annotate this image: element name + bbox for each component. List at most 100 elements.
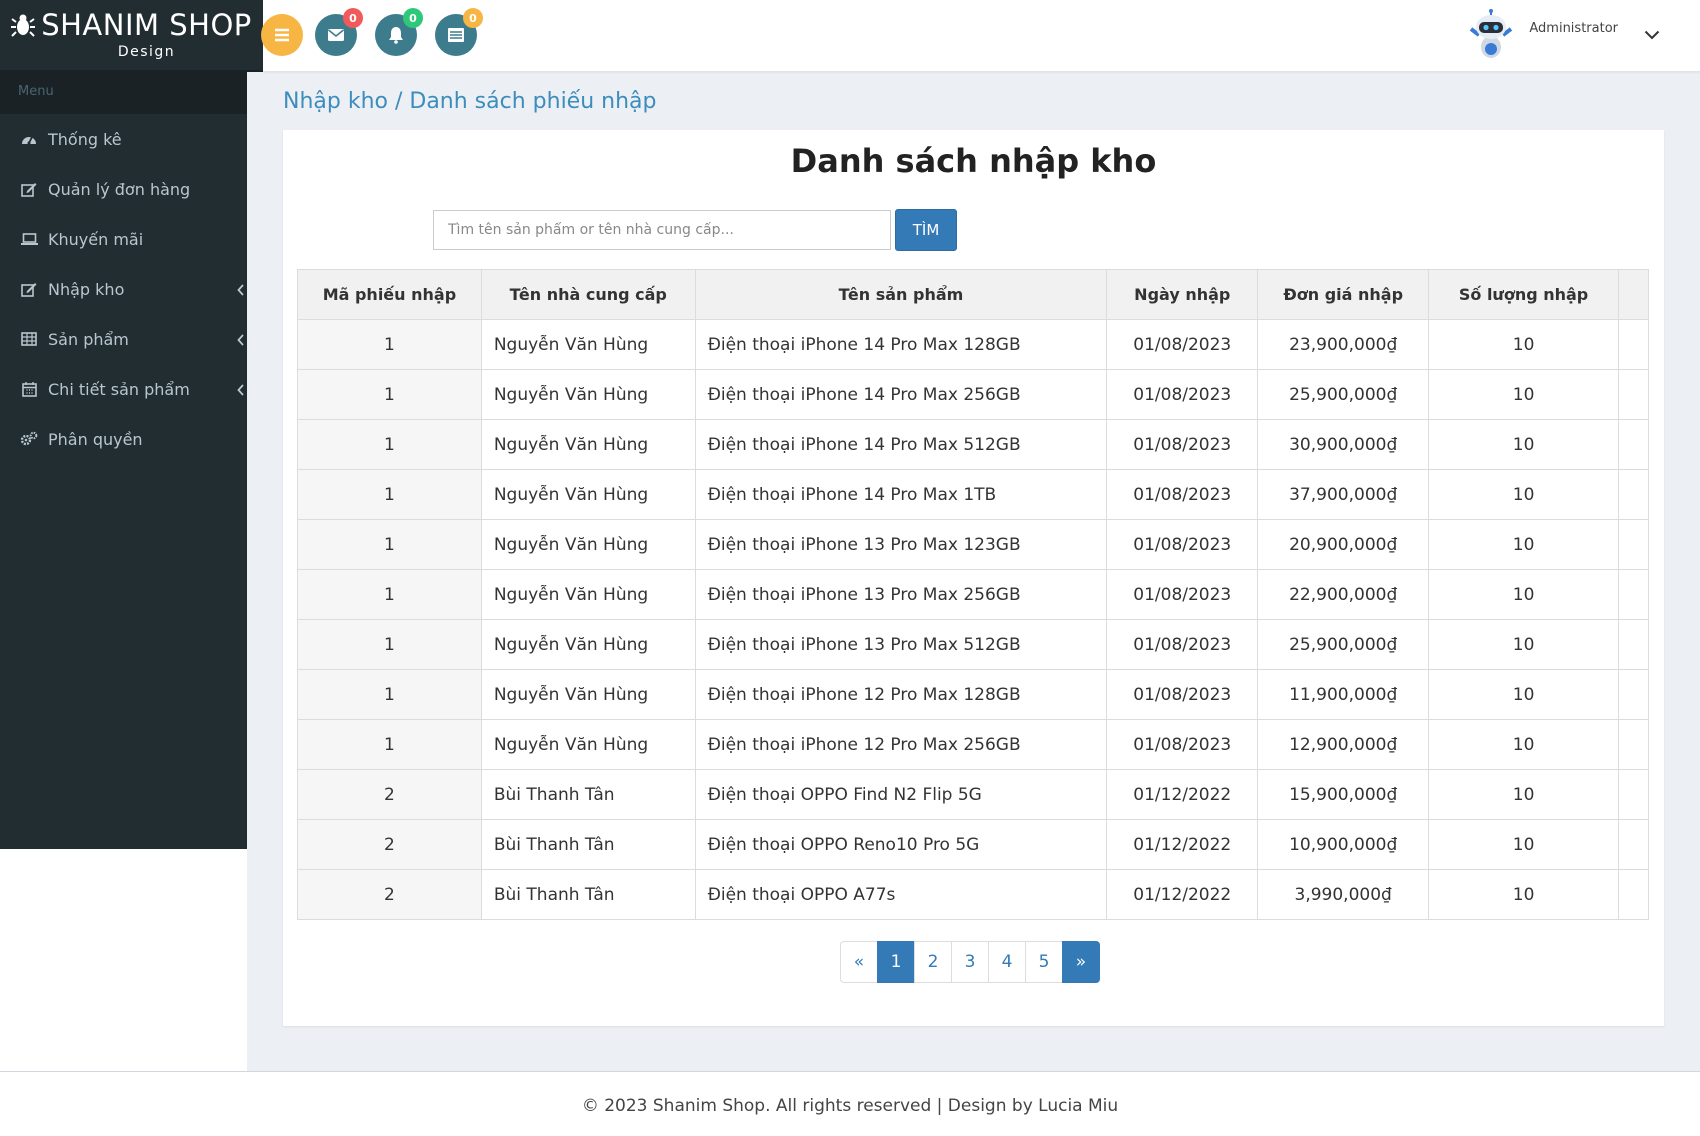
- cell-price: 25,900,000₫: [1257, 619, 1430, 670]
- cell-price: 37,900,000₫: [1257, 469, 1430, 520]
- cell-product: Điện thoại iPhone 13 Pro Max 123GB: [694, 519, 1108, 570]
- cell-date: 01/12/2022: [1106, 819, 1259, 870]
- cell-quantity: 10: [1428, 769, 1619, 820]
- cell-price: 12,900,000₫: [1257, 719, 1430, 770]
- cell-quantity: 10: [1428, 869, 1619, 920]
- table-row[interactable]: 1 Nguyễn Văn Hùng Điện thoại iPhone 13 Pro…: [297, 569, 1650, 620]
- sidebar-item-chi-tiet-san-pham[interactable]: Chi tiết sản phẩm: [0, 364, 263, 414]
- hamburger-icon: [275, 28, 289, 42]
- page-4-button[interactable]: 4: [988, 941, 1026, 983]
- cell-import-id: 1: [297, 569, 482, 620]
- notifications-button[interactable]: 0: [375, 8, 423, 56]
- cell-price: 15,900,000₫: [1257, 769, 1430, 820]
- search-input[interactable]: [433, 210, 891, 250]
- tasks-button[interactable]: 0: [435, 8, 483, 56]
- column-header: Tên sản phẩm: [694, 269, 1108, 320]
- brand[interactable]: SHANIM SHOP Design: [0, 0, 263, 70]
- table-row[interactable]: 1 Nguyễn Văn Hùng Điện thoại iPhone 14 Pro…: [297, 319, 1650, 370]
- table-row[interactable]: 1 Nguyễn Văn Hùng Điện thoại iPhone 12 Pro…: [297, 669, 1650, 720]
- topbar: 0 0 0 Administrator: [261, 0, 1700, 72]
- cell-import-id: 2: [297, 819, 482, 870]
- cell-date: 01/08/2023: [1106, 419, 1259, 470]
- search-button[interactable]: TÌM: [895, 209, 957, 251]
- table-row[interactable]: 2 Bùi Thanh Tân Điện thoại OPPO Reno10 Pro…: [297, 819, 1650, 870]
- cell-import-id: 1: [297, 319, 482, 370]
- cell-action: [1617, 719, 1650, 770]
- cell-action: [1617, 319, 1650, 370]
- tasks-icon: [448, 28, 464, 42]
- cell-action: [1617, 819, 1650, 870]
- cell-supplier: Nguyễn Văn Hùng: [480, 619, 696, 670]
- sidebar-item-nhap-kho[interactable]: Nhập kho: [0, 264, 263, 314]
- cell-action: [1617, 869, 1650, 920]
- sidebar-item-phan-quyen[interactable]: Phân quyền: [0, 414, 263, 464]
- import-list-panel: Danh sách nhập kho TÌM Mã phiếu nhậpTên …: [283, 130, 1664, 1026]
- sidebar-item-khuyen-mai[interactable]: Khuyến mãi: [0, 214, 263, 264]
- cell-quantity: 10: [1428, 819, 1619, 870]
- cell-quantity: 10: [1428, 419, 1619, 470]
- column-header: Ngày nhập: [1106, 269, 1259, 320]
- cell-product: Điện thoại iPhone 14 Pro Max 128GB: [694, 319, 1108, 370]
- table-row[interactable]: 1 Nguyễn Văn Hùng Điện thoại iPhone 13 Pro…: [297, 619, 1650, 670]
- cell-action: [1617, 569, 1650, 620]
- cell-supplier: Nguyễn Văn Hùng: [480, 319, 696, 370]
- cell-product: Điện thoại iPhone 14 Pro Max 1TB: [694, 469, 1108, 520]
- cell-import-id: 1: [297, 369, 482, 420]
- menu-toggle-button[interactable]: [261, 14, 303, 56]
- table-row[interactable]: 1 Nguyễn Văn Hùng Điện thoại iPhone 14 Pro…: [297, 369, 1650, 420]
- sidebar-item-label: Phân quyền: [48, 429, 143, 449]
- import-table: Mã phiếu nhập Tên nhà cung cấp Tên sản phẩ…: [297, 269, 1650, 920]
- cogs-icon: [20, 431, 38, 447]
- cell-supplier: Bùi Thanh Tân: [480, 869, 696, 920]
- cell-supplier: Nguyễn Văn Hùng: [480, 569, 696, 620]
- cell-quantity: 10: [1428, 319, 1619, 370]
- cell-product: Điện thoại iPhone 12 Pro Max 128GB: [694, 669, 1108, 720]
- page-title: Danh sách nhập kho: [790, 142, 1157, 180]
- cell-quantity: 10: [1428, 369, 1619, 420]
- sidebar-item-san-pham[interactable]: Sản phẩm: [0, 314, 263, 364]
- cell-supplier: Bùi Thanh Tân: [480, 819, 696, 870]
- chevron-left-icon: [237, 381, 245, 400]
- column-header: Số lượng nhập: [1428, 269, 1619, 320]
- brand-name: SHANIM SHOP: [41, 8, 252, 42]
- cell-quantity: 10: [1428, 469, 1619, 520]
- next-page-button[interactable]: »: [1062, 941, 1100, 983]
- table-row[interactable]: 1 Nguyễn Văn Hùng Điện thoại iPhone 14 Pro…: [297, 469, 1650, 520]
- page-3-button[interactable]: 3: [951, 941, 989, 983]
- page-1-button[interactable]: 1: [877, 941, 915, 983]
- sidebar-item-label: Khuyến mãi: [48, 229, 144, 249]
- cell-date: 01/08/2023: [1106, 569, 1259, 620]
- menu-header: Menu: [0, 70, 263, 114]
- cell-quantity: 10: [1428, 669, 1619, 720]
- bug-logo-icon: [11, 14, 36, 37]
- sidebar-item-label: Thống kê: [48, 129, 122, 149]
- cell-product: Điện thoại OPPO Find N2 Flip 5G: [694, 769, 1108, 820]
- brand-subtitle: Design: [117, 44, 176, 60]
- sidebar-item-quan-ly-don-hang[interactable]: Quản lý đơn hàng: [0, 164, 263, 214]
- user-menu[interactable]: Administrator: [1465, 8, 1660, 62]
- breadcrumb[interactable]: Nhập kho / Danh sách phiếu nhập: [283, 89, 656, 114]
- cell-date: 01/08/2023: [1106, 319, 1259, 370]
- cell-product: Điện thoại iPhone 14 Pro Max 512GB: [694, 419, 1108, 470]
- cell-supplier: Nguyễn Văn Hùng: [480, 469, 696, 520]
- table-row[interactable]: 1 Nguyễn Văn Hùng Điện thoại iPhone 12 Pro…: [297, 719, 1650, 770]
- table-row[interactable]: 2 Bùi Thanh Tân Điện thoại OPPO A77s 01/12/…: [297, 869, 1650, 920]
- table-row[interactable]: 2 Bùi Thanh Tân Điện thoại OPPO Find N2 Fl…: [297, 769, 1650, 820]
- cell-action: [1617, 419, 1650, 470]
- messages-button[interactable]: 0: [315, 8, 363, 56]
- cell-price: 23,900,000₫: [1257, 319, 1430, 370]
- page-5-button[interactable]: 5: [1025, 941, 1063, 983]
- table-row[interactable]: 1 Nguyễn Văn Hùng Điện thoại iPhone 13 Pro…: [297, 519, 1650, 570]
- cell-price: 30,900,000₫: [1257, 419, 1430, 470]
- cell-import-id: 1: [297, 719, 482, 770]
- user-name: Administrator: [1529, 20, 1618, 36]
- sidebar-item-thong-ke[interactable]: Thống kê: [0, 114, 263, 164]
- table-row[interactable]: 1 Nguyễn Văn Hùng Điện thoại iPhone 14 Pro…: [297, 419, 1650, 470]
- table-icon: [20, 331, 38, 347]
- sidebar-item-label: Nhập kho: [48, 279, 125, 299]
- cell-price: 22,900,000₫: [1257, 569, 1430, 620]
- prev-page-button[interactable]: «: [840, 941, 878, 983]
- page-2-button[interactable]: 2: [914, 941, 952, 983]
- cell-date: 01/12/2022: [1106, 869, 1259, 920]
- cell-date: 01/08/2023: [1106, 669, 1259, 720]
